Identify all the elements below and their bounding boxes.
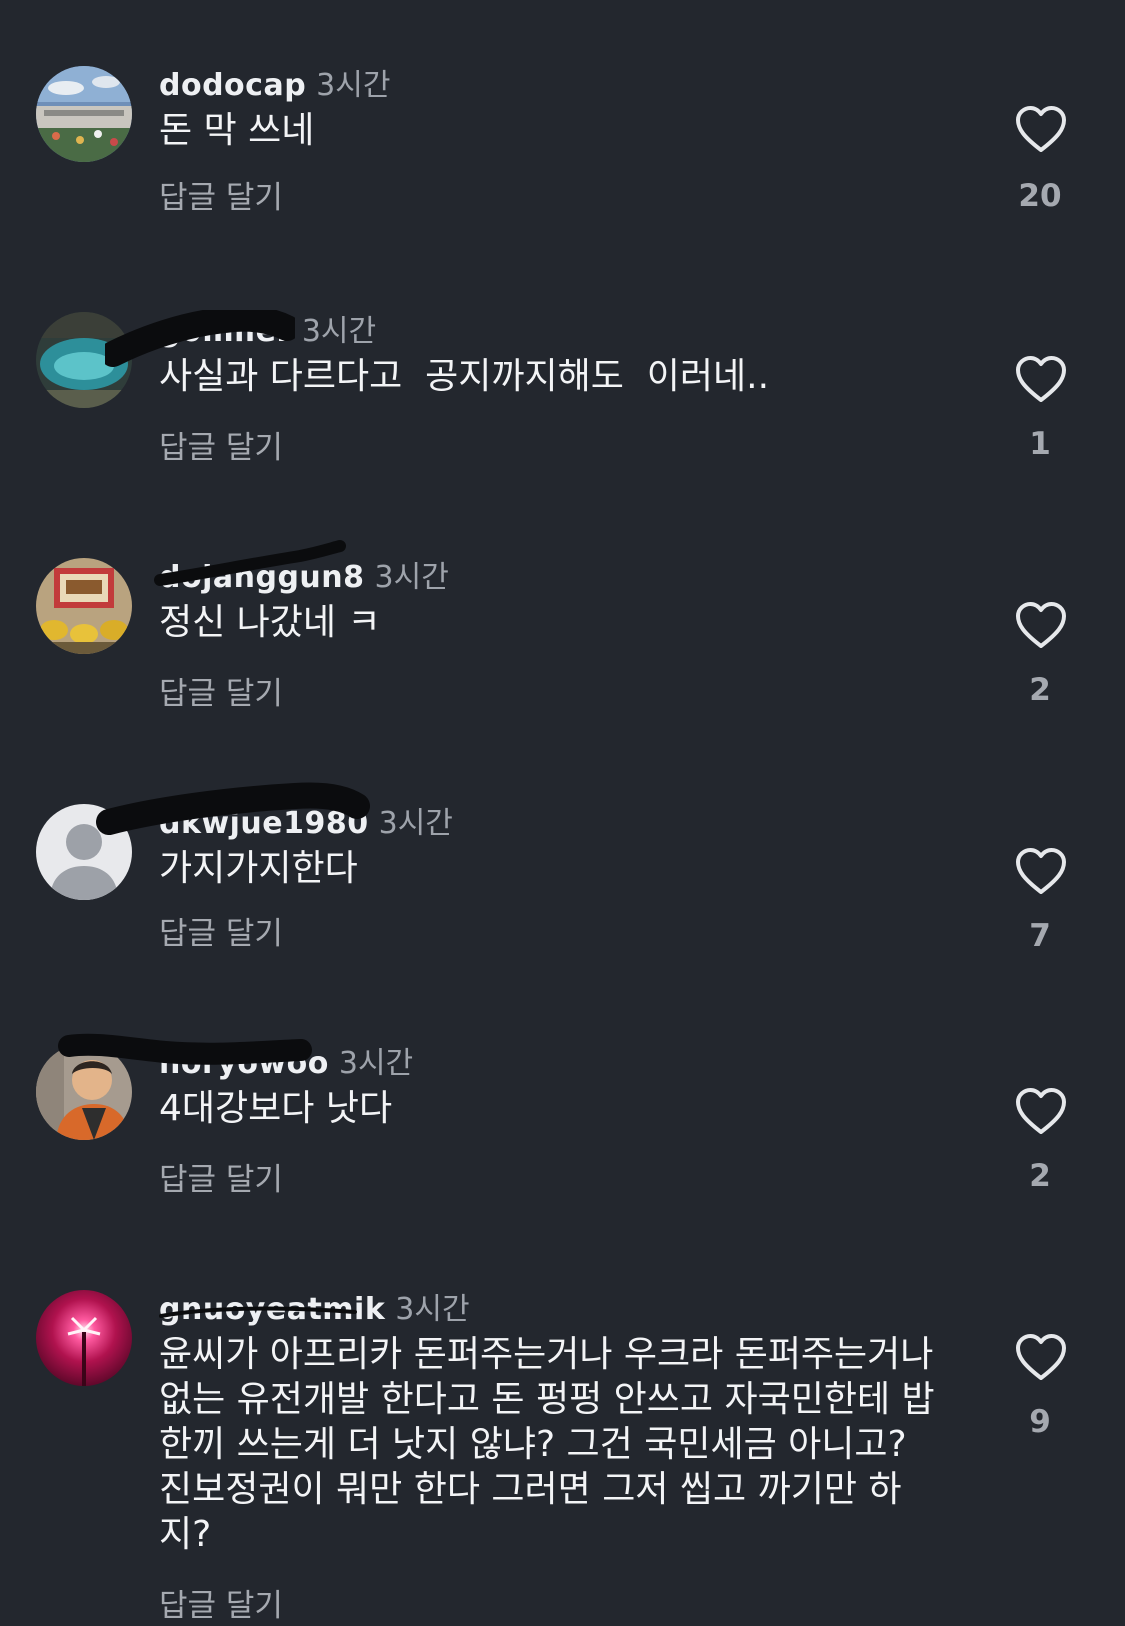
heart-outline-icon[interactable] — [1014, 104, 1068, 154]
like-count: 1 — [1029, 426, 1051, 462]
comment-meta: dodocap 3시간 — [159, 66, 390, 106]
person-silhouette-icon[interactable] — [36, 804, 132, 900]
timestamp: 3시간 — [301, 314, 377, 349]
comment-text: 가지가지한다 — [159, 848, 358, 889]
reply-button[interactable]: 답글 달기 — [159, 914, 283, 954]
heart-outline-icon[interactable] — [1014, 354, 1068, 404]
comment-text: 4대강보다 낫다 — [159, 1088, 393, 1129]
comment-meta: dkwjue1980 3시간 — [159, 804, 453, 844]
like-count: 7 — [1029, 918, 1051, 954]
comment-text: 사실과 다르다고 공지까지해도 이러네.. — [159, 356, 770, 397]
comment-meta: gnuoyeatmik 3시간 — [159, 1290, 470, 1330]
username[interactable]: dodocap — [159, 68, 306, 103]
like-count: 9 — [1029, 1404, 1051, 1440]
heart-outline-icon[interactable] — [1014, 1332, 1068, 1382]
avatar[interactable] — [36, 1290, 132, 1386]
username[interactable]: dkwjue1980 — [159, 806, 369, 841]
like-count: 2 — [1029, 672, 1051, 708]
username[interactable]: g0miler — [159, 314, 292, 349]
username[interactable]: dojanggun8 — [159, 560, 365, 595]
reply-button[interactable]: 답글 달기 — [159, 178, 283, 218]
comment-list: dodocap 3시간 돈 막 쓰네 답글 달기 20 g0miler 3시간 사실… — [0, 0, 1125, 1624]
timestamp: 3시간 — [374, 560, 449, 595]
timestamp: 3시간 — [316, 68, 391, 103]
reply-button[interactable]: 답글 달기 — [159, 1160, 283, 1200]
timestamp: 3시간 — [338, 1046, 414, 1081]
avatar[interactable] — [36, 66, 132, 162]
timestamp: 3시간 — [395, 1292, 470, 1327]
reply-button[interactable]: 답글 달기 — [159, 674, 283, 714]
avatar[interactable] — [36, 558, 132, 654]
comment-text: 돈 막 쓰네 — [159, 110, 315, 151]
reply-button[interactable]: 답글 달기 — [159, 428, 283, 468]
comment-meta: g0miler 3시간 — [159, 312, 376, 352]
comment-text: 윤씨가 아프리카 돈퍼주는거나 우크라 돈퍼주는거나 없는 유전개발 한다고 돈… — [159, 1334, 935, 1555]
like-count: 20 — [1018, 178, 1062, 214]
comment-meta: dojanggun8 3시간 — [159, 558, 449, 598]
avatar[interactable] — [36, 1044, 132, 1140]
heart-outline-icon[interactable] — [1014, 846, 1068, 896]
comment-text: 정신 나갔네 ㅋ — [159, 602, 381, 643]
heart-outline-icon[interactable] — [1014, 1086, 1068, 1136]
like-count: 2 — [1029, 1158, 1051, 1194]
avatar[interactable] — [36, 312, 132, 408]
username[interactable]: gnuoyeatmik — [159, 1292, 385, 1327]
comment-meta: horyowoo 3시간 — [159, 1044, 413, 1084]
username[interactable]: horyowoo — [159, 1046, 329, 1081]
reply-button[interactable]: 답글 달기 — [159, 1586, 283, 1626]
heart-outline-icon[interactable] — [1014, 600, 1068, 650]
timestamp: 3시간 — [378, 806, 453, 841]
